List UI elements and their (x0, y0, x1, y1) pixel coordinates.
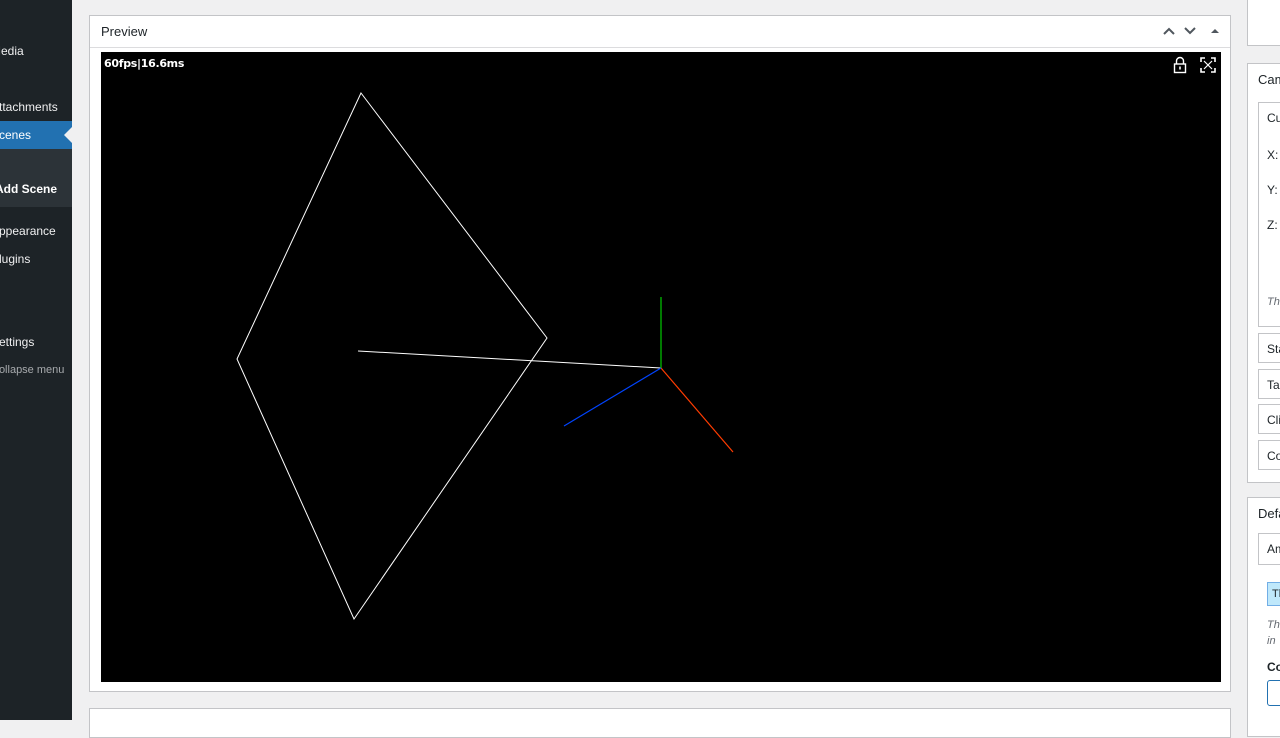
camera-section-clip[interactable]: Clip (1258, 404, 1280, 434)
defaults-panel: Defaults Ambient Th Th in Co (1247, 497, 1280, 737)
camera-section-controls[interactable]: Controls (1258, 440, 1280, 470)
preview-header: Preview (90, 16, 1230, 48)
camera-z-label: Z: (1267, 218, 1278, 232)
defaults-hint-line2: in (1267, 635, 1276, 647)
sidebar-item-scenes[interactable]: Scenes (0, 121, 72, 149)
publish-panel (1247, 0, 1280, 46)
camera-title: Camera (1258, 72, 1280, 87)
submenu-item-add-scene[interactable]: Add Scene (0, 175, 72, 203)
camera-current-section: Current (1258, 102, 1280, 327)
sidebar-item-appearance[interactable]: Appearance (0, 217, 72, 245)
camera-current-label[interactable]: Current (1267, 111, 1280, 125)
color-label: Co (1267, 660, 1280, 674)
camera-section-target[interactable]: Target (1258, 369, 1280, 399)
sidebar-item-settings[interactable]: Settings (0, 328, 72, 356)
fullscreen-icon[interactable] (1199, 56, 1217, 74)
camera-section-start[interactable]: Start (1258, 333, 1280, 363)
camera-frustum-outline (236, 92, 548, 621)
color-swatch-button[interactable]: Th (1267, 582, 1280, 606)
fps-stats: 60fps|16.6ms (104, 57, 185, 70)
camera-hint: The (1267, 296, 1280, 308)
defaults-title: Defaults (1258, 506, 1280, 521)
axis-x-line (660, 367, 734, 453)
scene-viewport[interactable]: 60fps|16.6ms (101, 52, 1221, 682)
axis-z-line (563, 367, 662, 427)
ambient-label: Ambient (1267, 542, 1280, 556)
scene-canvas (236, 92, 734, 621)
section-label: Start (1267, 342, 1280, 356)
lock-icon[interactable] (1171, 56, 1189, 74)
camera-direction-line (357, 350, 662, 369)
section-label: Clip (1267, 413, 1280, 427)
chevron-up-icon[interactable] (1160, 22, 1178, 40)
chevron-down-icon[interactable] (1181, 22, 1199, 40)
sidebar-item-plugins[interactable]: Plugins (0, 245, 72, 273)
sidebar-submenu: Add Scene (0, 149, 72, 207)
camera-y-label: Y: (1267, 183, 1278, 197)
ambient-section[interactable]: Ambient (1258, 533, 1280, 565)
lower-panel (89, 708, 1231, 738)
sidebar-item-media[interactable]: Media (0, 37, 72, 65)
color-input[interactable] (1267, 680, 1280, 706)
triangle-up-icon[interactable] (1206, 22, 1224, 40)
sidebar-item-attachments[interactable]: Attachments (0, 93, 72, 121)
section-label: Controls (1267, 449, 1280, 463)
camera-panel: Camera Current X: Y: Z: The Start Target… (1247, 63, 1280, 483)
preview-panel: Preview 60fps|16.6ms (89, 15, 1231, 692)
section-label: Target (1267, 378, 1280, 392)
defaults-hint-line1: Th (1267, 619, 1280, 631)
admin-sidebar: Media Attachments Scenes Add Scene Appea… (0, 0, 72, 720)
collapse-menu-button[interactable]: Collapse menu (0, 356, 72, 384)
preview-title: Preview (101, 24, 148, 39)
camera-x-label: X: (1267, 148, 1279, 162)
